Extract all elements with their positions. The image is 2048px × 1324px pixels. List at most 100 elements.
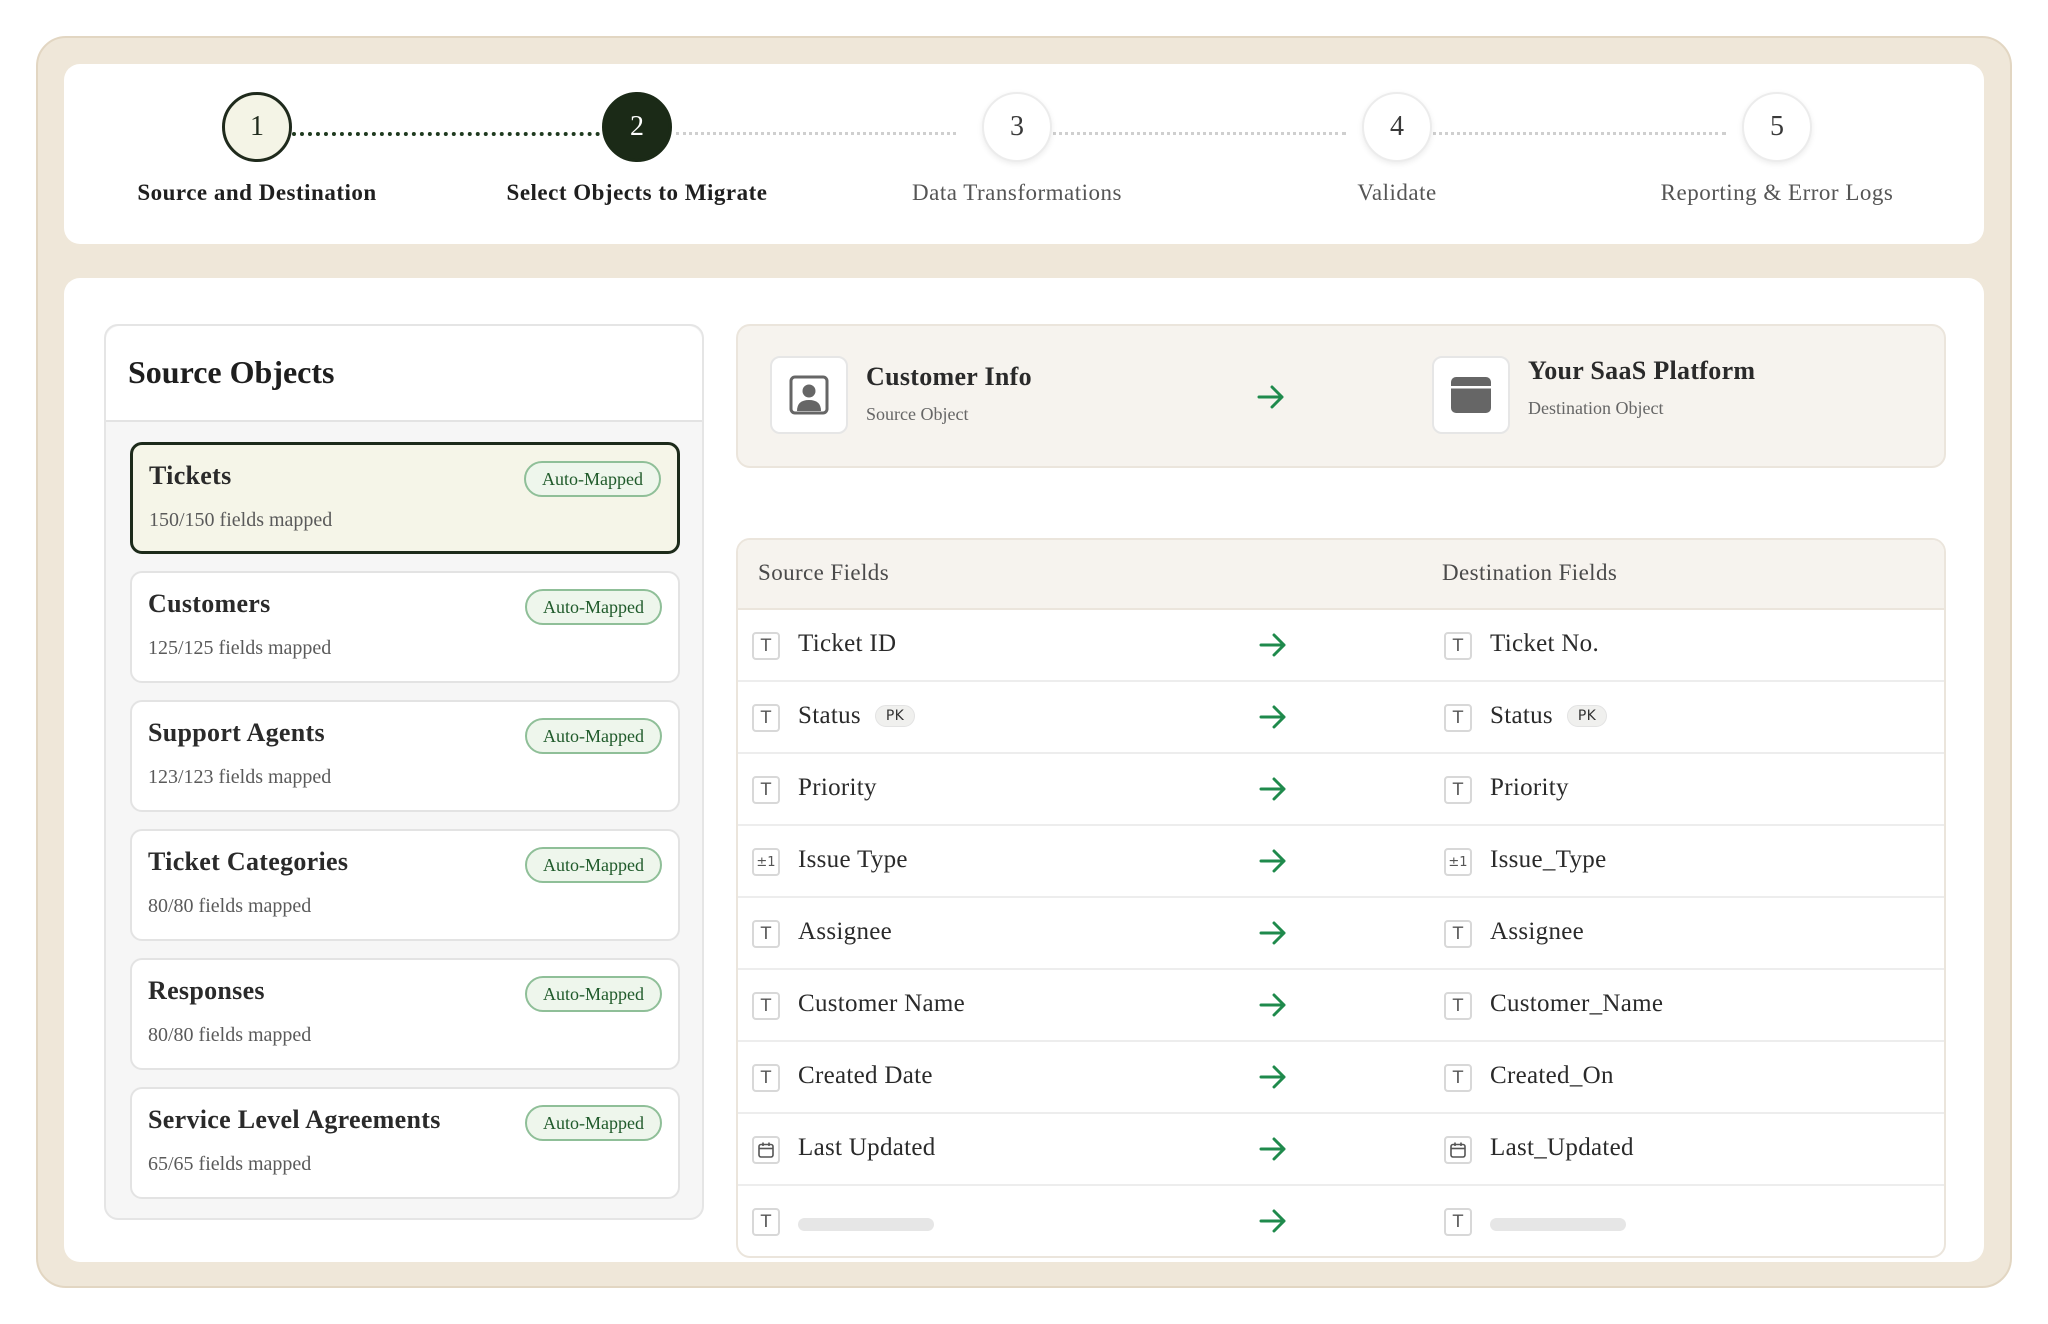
destination-field-name: Status PK <box>1490 702 1608 730</box>
arrow-right-icon <box>1258 846 1288 881</box>
object-field-count: 150/150 fields mapped <box>149 509 333 531</box>
step-number: 3 <box>982 92 1052 162</box>
step-number: 1 <box>222 92 292 162</box>
source-objects-panel: Source Objects Tickets 150/150 fields ma… <box>104 324 704 1220</box>
field-mapping-row[interactable]: T Created Date T Created_On <box>738 1042 1944 1114</box>
step-number: 4 <box>1362 92 1432 162</box>
user-card-icon <box>770 356 848 434</box>
source-field-name: Issue Type <box>798 846 908 874</box>
source-field-name: Assignee <box>798 918 892 946</box>
source-text-type-icon: T <box>752 632 780 660</box>
field-mapping-row[interactable]: T Assignee T Assignee <box>738 898 1944 970</box>
object-field-count: 80/80 fields mapped <box>148 895 312 917</box>
destination-text-type-icon: T <box>1444 632 1472 660</box>
app-frame: 1 Source and Destination 2 Select Object… <box>36 36 2012 1288</box>
object-field-count: 125/125 fields mapped <box>148 637 332 659</box>
arrow-right-icon <box>1258 1134 1288 1169</box>
source-field-name: Customer Name <box>798 990 965 1018</box>
destination-text-type-icon: T <box>1444 776 1472 804</box>
destination-text-type-icon: T <box>1444 704 1472 732</box>
destination-field-name: Customer_Name <box>1490 990 1663 1018</box>
destination-field-label: Customer_Name <box>1490 990 1664 1017</box>
arrow-right-icon <box>1258 918 1288 953</box>
step-select-objects[interactable]: 2 Select Objects to Migrate <box>467 92 807 206</box>
object-card-support-agents[interactable]: Support Agents 123/123 fields mapped Aut… <box>130 700 680 812</box>
field-mapping-table: Source Fields Destination Fields T Ticket… <box>736 538 1946 1258</box>
table-header: Source Fields Destination Fields <box>738 540 1944 610</box>
step-number: 2 <box>602 92 672 162</box>
arrow-right-icon <box>1258 990 1288 1025</box>
source-field-name: Last Updated <box>798 1134 936 1162</box>
object-card-tickets[interactable]: Tickets 150/150 fields mapped Auto-Mappe… <box>130 442 680 554</box>
destination-field-label: Priority <box>1490 774 1569 801</box>
destination-object-title: Your SaaS Platform <box>1528 356 1756 385</box>
destination-text-type-icon: T <box>1444 920 1472 948</box>
source-field-label: Assignee <box>798 918 893 945</box>
field-mapping-row[interactable]: Last Updated Last_Updated <box>738 1114 1944 1186</box>
auto-mapped-badge: Auto-Mapped <box>525 1105 662 1141</box>
field-mapping-row[interactable]: TT <box>738 1186 1944 1256</box>
destination-text-type-icon: T <box>1444 992 1472 1020</box>
arrow-right-icon <box>1257 385 1284 409</box>
destination-field-name: Ticket No. <box>1490 630 1599 658</box>
field-mapping-row[interactable]: T Ticket ID T Ticket No. <box>738 610 1944 682</box>
step-label: Reporting & Error Logs <box>1660 180 1894 205</box>
source-text-type-icon: T <box>752 776 780 804</box>
source-number-type-icon: ±1 <box>752 848 780 876</box>
destination-date-type-icon <box>1444 1136 1472 1164</box>
destination-field-label: Created_On <box>1490 1062 1614 1089</box>
source-object-subtitle: Source Object <box>866 404 969 424</box>
browser-window-icon <box>1432 356 1510 434</box>
source-text-type-icon: T <box>752 1208 780 1236</box>
field-mapping-row[interactable]: T Priority T Priority <box>738 754 1944 826</box>
source-field-label: Created Date <box>798 1062 933 1089</box>
loading-placeholder <box>1490 1218 1626 1231</box>
loading-placeholder <box>798 1218 934 1231</box>
primary-key-badge: PK <box>1566 705 1608 727</box>
step-source-and-destination[interactable]: 1 Source and Destination <box>87 92 427 206</box>
auto-mapped-badge: Auto-Mapped <box>524 461 661 497</box>
source-date-type-icon <box>752 1136 780 1164</box>
step-reporting-error-logs[interactable]: 5 Reporting & Error Logs <box>1607 92 1947 206</box>
step-label: Validate <box>1357 180 1437 205</box>
source-field-name: Ticket ID <box>798 630 896 658</box>
arrow-right-icon <box>1258 1062 1288 1097</box>
source-field-label: Customer Name <box>798 990 966 1017</box>
source-text-type-icon: T <box>752 1064 780 1092</box>
source-field-label: Priority <box>798 774 877 801</box>
object-card-service-level-agreements[interactable]: Service Level Agreements 65/65 fields ma… <box>130 1087 680 1199</box>
table-body: T Ticket ID T Ticket No. T Status PK T Status PK T… <box>738 610 1944 1256</box>
source-field-label: Issue Type <box>798 846 908 873</box>
step-label: Data Transformations <box>912 180 1122 205</box>
object-field-count: 123/123 fields mapped <box>148 766 332 788</box>
destination-field-label: Last_Updated <box>1490 1134 1634 1161</box>
source-objects-title: Source Objects <box>106 326 702 422</box>
source-text-type-icon: T <box>752 920 780 948</box>
destination-text-type-icon: T <box>1444 1064 1472 1092</box>
step-number: 5 <box>1742 92 1812 162</box>
destination-fields-header: Destination Fields <box>1442 560 1618 585</box>
field-mapping-row[interactable]: T Customer Name T Customer_Name <box>738 970 1944 1042</box>
destination-field-name: Assignee <box>1490 918 1584 946</box>
destination-field-name: Priority <box>1490 774 1569 802</box>
destination-field-label: Issue_Type <box>1490 846 1607 873</box>
source-object-title: Customer Info <box>866 362 1032 391</box>
field-mapping-row[interactable]: T Status PK T Status PK <box>738 682 1944 754</box>
source-fields-header: Source Fields <box>758 560 890 585</box>
destination-field-name: Created_On <box>1490 1062 1614 1090</box>
object-field-count: 65/65 fields mapped <box>148 1153 312 1175</box>
migration-stepper: 1 Source and Destination 2 Select Object… <box>64 64 1984 244</box>
object-field-count: 80/80 fields mapped <box>148 1024 312 1046</box>
object-card-responses[interactable]: Responses 80/80 fields mapped Auto-Mappe… <box>130 958 680 1070</box>
step-validate[interactable]: 4 Validate <box>1227 92 1567 206</box>
arrow-right-icon <box>1258 630 1288 665</box>
source-field-name: Status PK <box>798 702 916 730</box>
field-mapping-row[interactable]: ±1 Issue Type ±1 Issue_Type <box>738 826 1944 898</box>
source-field-name: Priority <box>798 774 877 802</box>
source-text-type-icon: T <box>752 992 780 1020</box>
auto-mapped-badge: Auto-Mapped <box>525 718 662 754</box>
object-card-customers[interactable]: Customers 125/125 fields mapped Auto-Map… <box>130 571 680 683</box>
object-card-ticket-categories[interactable]: Ticket Categories 80/80 fields mapped Au… <box>130 829 680 941</box>
step-data-transformations[interactable]: 3 Data Transformations <box>847 92 1187 206</box>
destination-text-type-icon: T <box>1444 1208 1472 1236</box>
